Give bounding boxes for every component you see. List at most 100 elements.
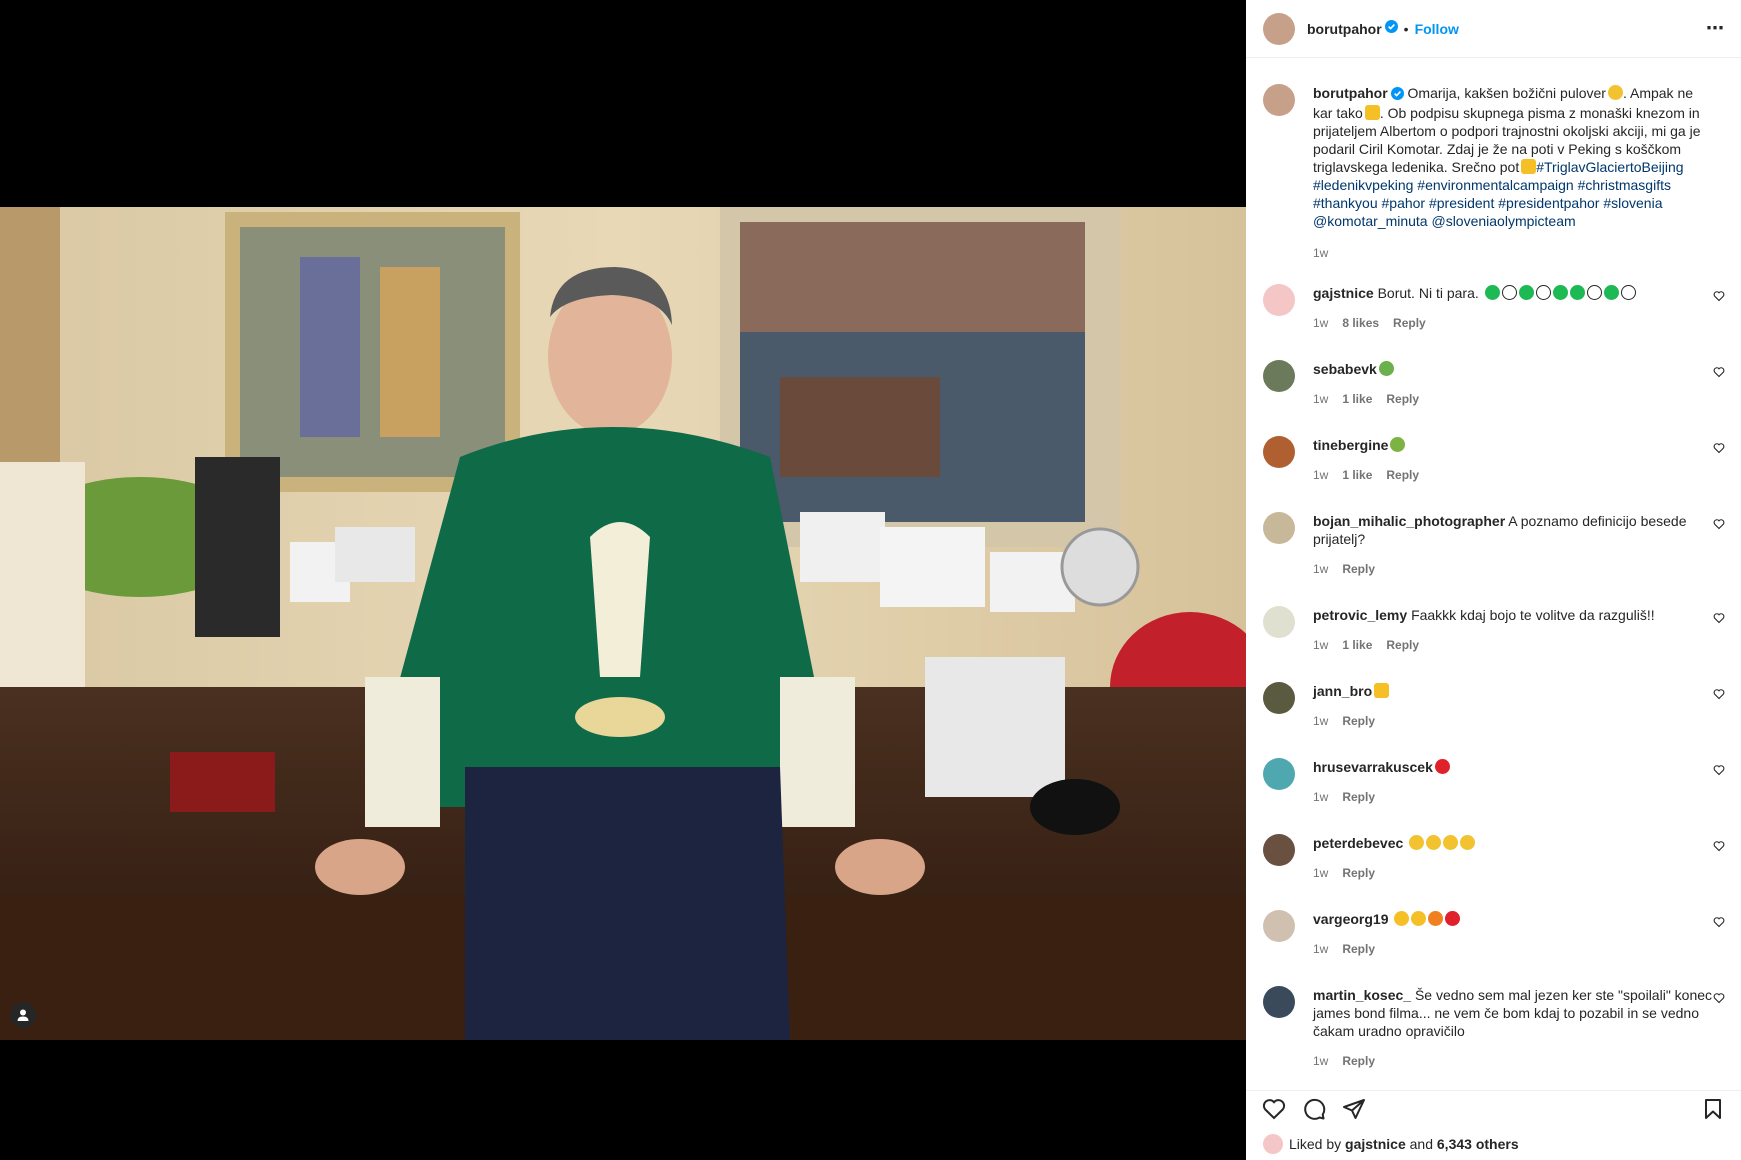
comment-username[interactable]: hrusevarrakuscek (1313, 759, 1433, 775)
comment-meta: 1w 8 likes Reply (1313, 316, 1426, 330)
reply-button[interactable]: Reply (1342, 714, 1375, 728)
liked-by-prefix: Liked by (1289, 1136, 1342, 1152)
comment-item: petrovic_lemy Faakkk kdaj bojo te volitv… (1263, 606, 1725, 654)
post-action-bar (1246, 1090, 1741, 1126)
heart-icon[interactable] (1262, 1097, 1286, 1121)
reply-button[interactable]: Reply (1342, 942, 1375, 956)
comment-item: bojan_mihalic_photographer A poznamo def… (1263, 512, 1725, 578)
author-avatar[interactable] (1263, 12, 1295, 45)
like-comment-heart-icon[interactable] (1713, 442, 1725, 454)
caption-username[interactable]: borutpahor (1313, 85, 1388, 101)
like-comment-heart-icon[interactable] (1713, 518, 1725, 530)
comment-item: sebabevk 1w 1 like Reply (1263, 360, 1725, 408)
reply-button[interactable]: Reply (1386, 468, 1419, 482)
like-comment-heart-icon[interactable] (1713, 688, 1725, 700)
fingers-crossed-emoji-icon (1521, 159, 1537, 174)
reply-button[interactable]: Reply (1393, 316, 1426, 330)
commenter-avatar[interactable] (1263, 512, 1295, 544)
verified-icon (1390, 86, 1404, 104)
bookmark-icon[interactable] (1701, 1097, 1725, 1121)
commenter-avatar[interactable] (1263, 284, 1295, 316)
comments-list[interactable]: borutpahor Omarija, kakšen božični pulov… (1246, 59, 1741, 1075)
comment-item: tinebergine 1w 1 like Reply (1263, 436, 1725, 484)
comment-item: martin_kosec_ Še vedno sem mal jezen ker… (1263, 986, 1725, 1070)
comment-username[interactable]: vargeorg19 (1313, 911, 1388, 927)
comment-meta: 1w 1 like Reply (1313, 392, 1420, 406)
others-likes-link[interactable]: 6,343 others (1437, 1136, 1519, 1152)
commenter-avatar[interactable] (1263, 986, 1295, 1018)
comment-username[interactable]: peterdebevec (1313, 835, 1403, 851)
comment-icon[interactable] (1302, 1097, 1326, 1121)
hearts-emoji-row (1483, 285, 1636, 301)
reply-button[interactable]: Reply (1386, 638, 1419, 652)
comment-username[interactable]: sebabevk (1313, 361, 1377, 377)
reply-button[interactable]: Reply (1342, 790, 1375, 804)
star-struck-emoji-row (1407, 835, 1476, 851)
commenter-avatar[interactable] (1263, 682, 1295, 714)
comment-item: vargeorg19 1w Reply (1263, 910, 1725, 958)
comment-likes[interactable]: 1 like (1342, 468, 1372, 482)
more-options-icon[interactable]: ⋯ (1706, 18, 1725, 39)
author-username[interactable]: borutpahor (1307, 21, 1382, 37)
reply-button[interactable]: Reply (1342, 562, 1375, 576)
commenter-avatar[interactable] (1263, 436, 1295, 468)
clap-fire-heart-emoji-row (1392, 911, 1461, 927)
comment-username[interactable]: gajstnice (1313, 285, 1374, 301)
liker-username[interactable]: gajstnice (1345, 1136, 1406, 1152)
comment-username[interactable]: martin_kosec_ (1313, 987, 1411, 1003)
user-tag-icon[interactable] (10, 1002, 36, 1028)
commenter-avatar[interactable] (1263, 360, 1295, 392)
comment-meta: 1w Reply (1313, 942, 1376, 956)
comment-username[interactable]: petrovic_lemy (1313, 607, 1407, 623)
author-avatar[interactable] (1263, 84, 1295, 116)
caption-time: 1w (1313, 246, 1329, 260)
nauseated-emoji-icon (1390, 437, 1406, 452)
like-comment-heart-icon[interactable] (1713, 764, 1725, 776)
like-comment-heart-icon[interactable] (1713, 612, 1725, 624)
comment-meta: 1w Reply (1313, 714, 1376, 728)
thumbs-up-emoji-icon (1374, 683, 1390, 698)
commenter-avatar[interactable] (1263, 834, 1295, 866)
likes-summary: Liked by gajstnice and 6,343 others (1263, 1134, 1519, 1154)
reply-button[interactable]: Reply (1342, 1054, 1375, 1068)
comment-item: jann_bro 1w Reply (1263, 682, 1725, 730)
comment-meta: 1w Reply (1313, 1054, 1376, 1068)
commenter-avatar[interactable] (1263, 758, 1295, 790)
post-photo[interactable] (0, 207, 1246, 1040)
like-comment-heart-icon[interactable] (1713, 290, 1725, 302)
post-side-panel: borutpahor • Follow ⋯ borutpahor Omarija… (1246, 0, 1741, 1160)
verified-icon (1384, 19, 1398, 38)
red-heart-emoji-icon (1434, 759, 1450, 774)
like-comment-heart-icon[interactable] (1713, 840, 1725, 852)
like-comment-heart-icon[interactable] (1713, 366, 1725, 378)
post-header: borutpahor • Follow ⋯ (1246, 0, 1741, 58)
share-icon[interactable] (1342, 1097, 1366, 1121)
like-comment-heart-icon[interactable] (1713, 992, 1725, 1004)
separator-dot: • (1403, 20, 1409, 37)
liker-avatar[interactable] (1263, 1134, 1283, 1154)
comment-item: gajstnice Borut. Ni ti para. 1w 8 likes Re… (1263, 284, 1725, 332)
comment-meta: 1w Reply (1313, 866, 1376, 880)
comment-meta: 1w 1 like Reply (1313, 468, 1420, 482)
comment-text: Borut. Ni ti para. (1377, 285, 1479, 301)
like-comment-heart-icon[interactable] (1713, 916, 1725, 928)
comment-likes[interactable]: 1 like (1342, 392, 1372, 406)
commenter-avatar[interactable] (1263, 910, 1295, 942)
comment-username[interactable]: bojan_mihalic_photographer (1313, 513, 1505, 529)
comment-item: peterdebevec 1w Reply (1263, 834, 1725, 882)
comment-likes[interactable]: 1 like (1342, 638, 1372, 652)
comment-item: hrusevarrakuscek 1w Reply (1263, 758, 1725, 806)
follow-button[interactable]: Follow (1415, 21, 1459, 37)
reply-button[interactable]: Reply (1342, 866, 1375, 880)
thumbs-up-emoji-icon (1364, 105, 1380, 120)
commenter-avatar[interactable] (1263, 606, 1295, 638)
comment-likes[interactable]: 8 likes (1342, 316, 1379, 330)
comment-text: Faakkk kdaj bojo te volitve da razguliš!… (1411, 607, 1655, 623)
caption-text-1: Omarija, kakšen božični pulover (1407, 85, 1606, 101)
grin-emoji-icon (1607, 85, 1623, 100)
comment-username[interactable]: tinebergine (1313, 437, 1388, 453)
reply-button[interactable]: Reply (1386, 392, 1419, 406)
comment-meta: 1w Reply (1313, 562, 1376, 576)
comment-meta: 1w 1 like Reply (1313, 638, 1420, 652)
comment-username[interactable]: jann_bro (1313, 683, 1372, 699)
